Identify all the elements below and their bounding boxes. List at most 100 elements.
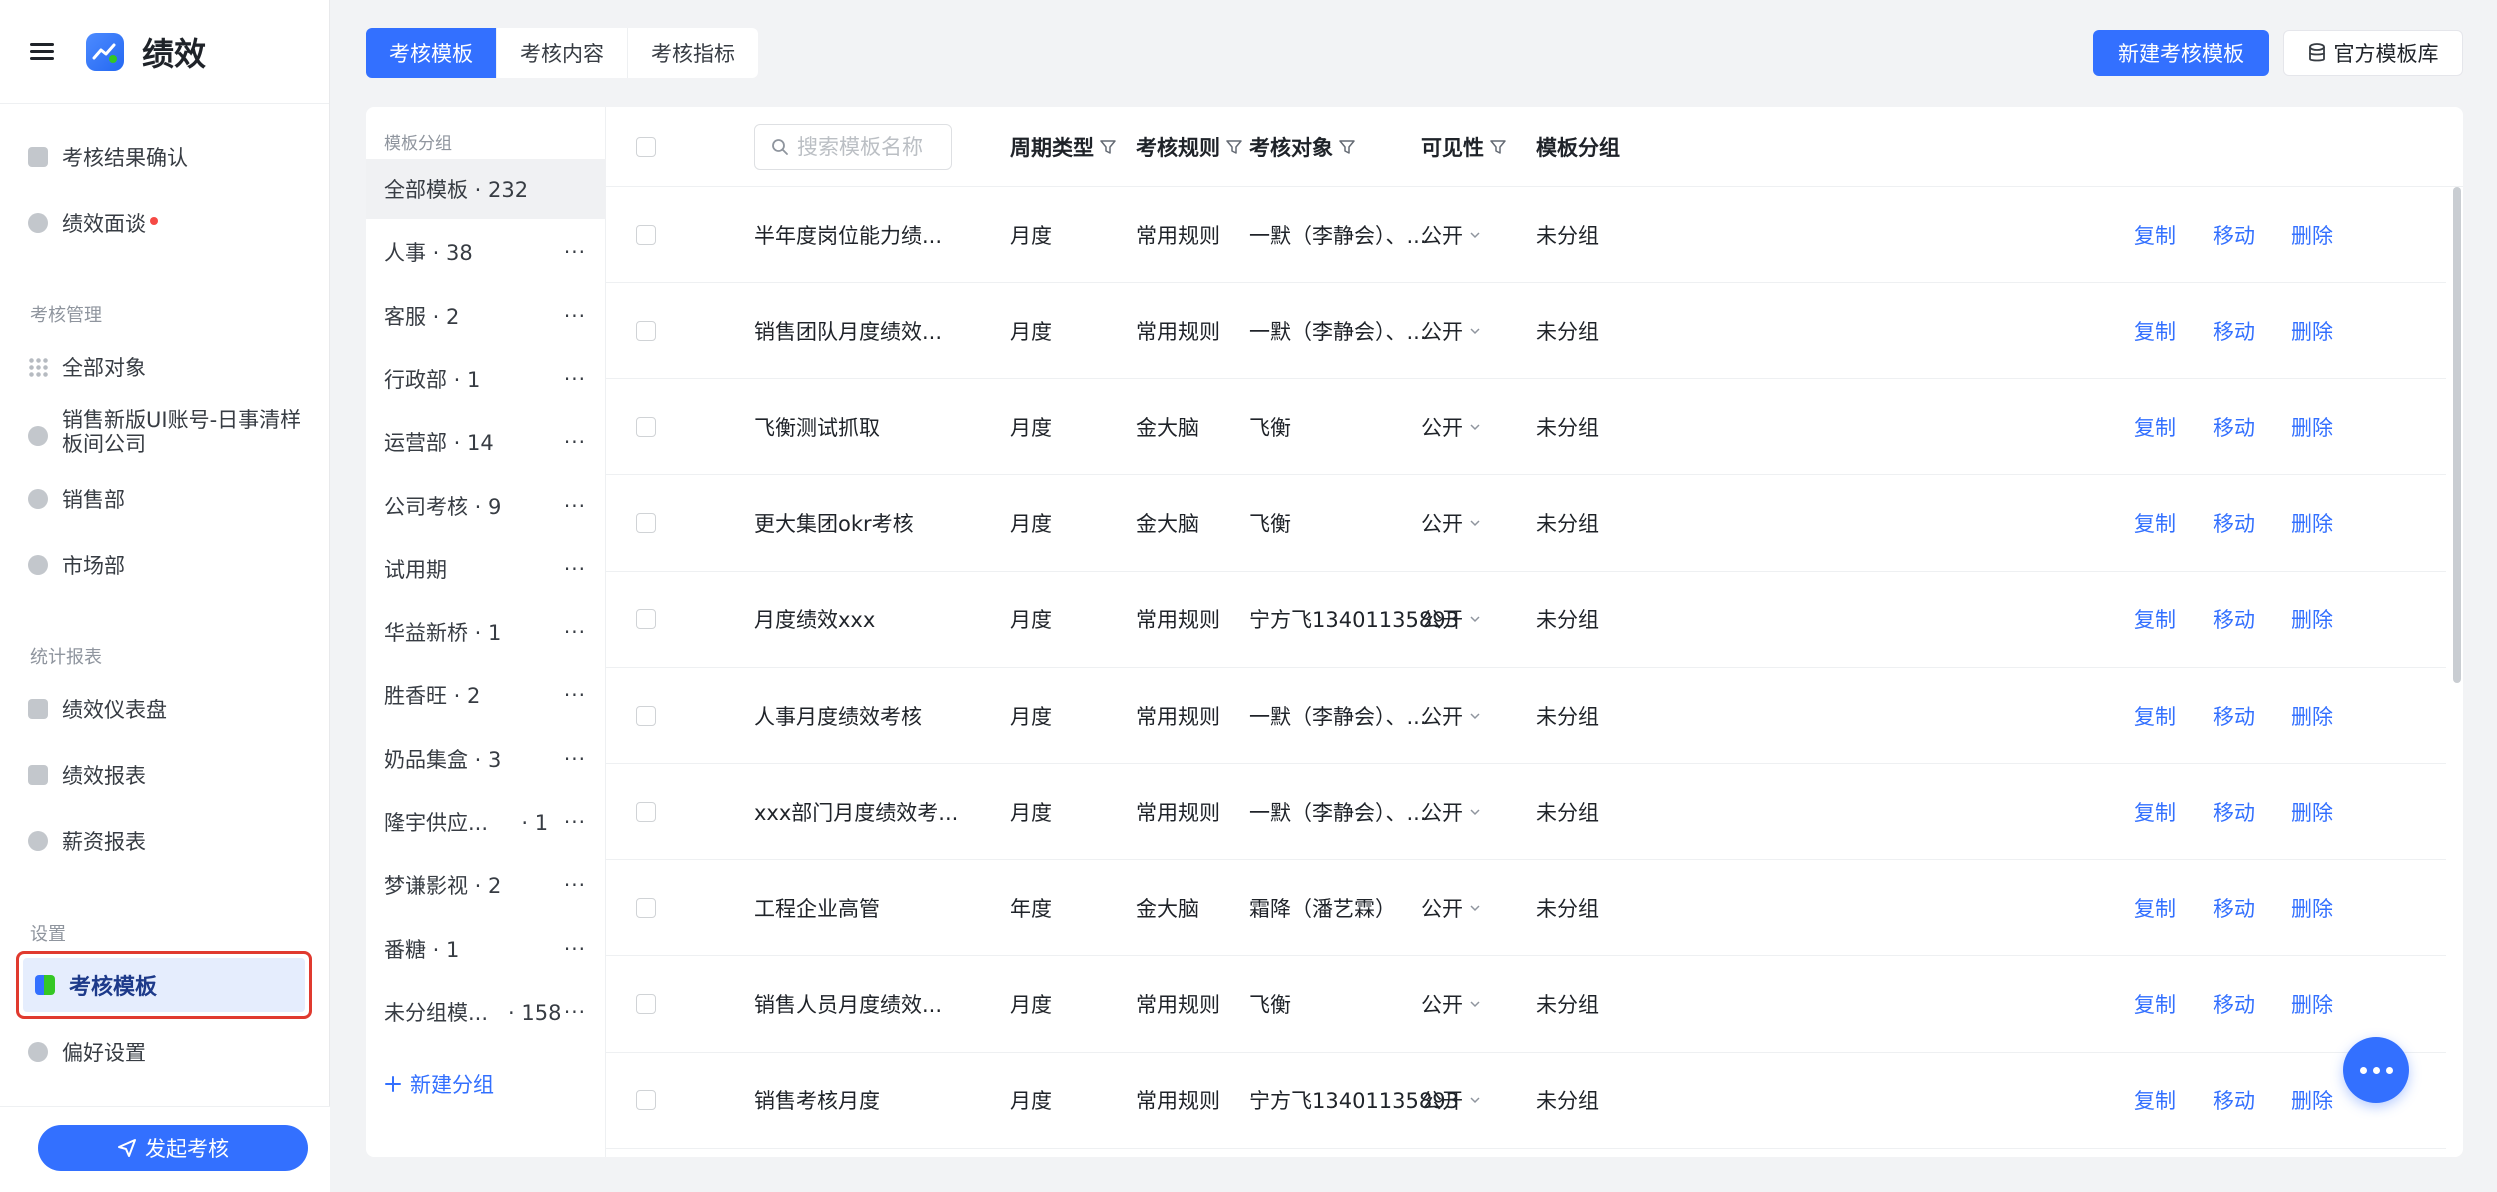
delete-link[interactable]: 删除 bbox=[2291, 860, 2333, 955]
group-item[interactable]: 奶品集盒 · 3 ··· bbox=[366, 729, 606, 789]
visibility-select[interactable]: 公开 bbox=[1421, 1053, 1481, 1148]
move-link[interactable]: 移动 bbox=[2213, 476, 2255, 571]
more-icon[interactable]: ··· bbox=[564, 620, 586, 644]
table-row[interactable]: 销售人员月度绩效... 月度 常用规则 飞衡 公开 未分组 复制 移动 删除 bbox=[606, 957, 2446, 1053]
template-name[interactable]: 半年度岗位能力绩... bbox=[754, 187, 942, 282]
group-item[interactable]: 全部模板 · 232 bbox=[366, 159, 606, 219]
header-target[interactable]: 考核对象 bbox=[1249, 107, 1355, 186]
copy-link[interactable]: 复制 bbox=[2134, 860, 2176, 955]
more-icon[interactable]: ··· bbox=[564, 683, 586, 707]
select-all-checkbox[interactable] bbox=[636, 136, 656, 157]
copy-link[interactable]: 复制 bbox=[2134, 764, 2176, 859]
more-icon[interactable]: ··· bbox=[564, 873, 586, 897]
more-icon[interactable]: ··· bbox=[564, 240, 586, 264]
more-icon[interactable]: ··· bbox=[564, 304, 586, 328]
new-group-button[interactable]: 新建分组 bbox=[384, 1069, 494, 1099]
sidebar-item-interview[interactable]: 绩效面谈 bbox=[28, 203, 158, 243]
more-icon[interactable]: ··· bbox=[564, 557, 586, 581]
template-name[interactable]: 销售考核月度 bbox=[754, 1053, 880, 1148]
more-actions-button[interactable] bbox=[2343, 1037, 2409, 1103]
copy-link[interactable]: 复制 bbox=[2134, 957, 2176, 1052]
sidebar-item-salary-report[interactable]: 薪资报表 bbox=[28, 821, 146, 861]
filter-icon[interactable] bbox=[1100, 139, 1116, 155]
sidebar-item-preferences[interactable]: 偏好设置 bbox=[28, 1032, 146, 1072]
move-link[interactable]: 移动 bbox=[2213, 668, 2255, 763]
more-icon[interactable]: ··· bbox=[564, 494, 586, 518]
more-icon[interactable]: ··· bbox=[564, 747, 586, 771]
move-link[interactable]: 移动 bbox=[2213, 187, 2255, 282]
sidebar-item-sales-company[interactable]: 销售新版UI账号-日事清样板间公司 bbox=[28, 408, 308, 464]
menu-icon[interactable] bbox=[30, 42, 54, 62]
table-row[interactable]: 销售考核月度 月度 常用规则 宁方飞13401135893 公开 未分组 复制 移动 删除 bbox=[606, 1053, 2446, 1149]
tab-content[interactable]: 考核内容 bbox=[497, 28, 628, 78]
delete-link[interactable]: 删除 bbox=[2291, 764, 2333, 859]
group-item[interactable]: 公司考核 · 9 ··· bbox=[366, 476, 606, 536]
delete-link[interactable]: 删除 bbox=[2291, 187, 2333, 282]
move-link[interactable]: 移动 bbox=[2213, 860, 2255, 955]
table-row[interactable]: 飞衡测试抓取 月度 金大脑 飞衡 公开 未分组 复制 移动 删除 bbox=[606, 379, 2446, 476]
group-item[interactable]: 隆宇供应... · 1 ··· bbox=[366, 792, 606, 852]
tab-templates[interactable]: 考核模板 bbox=[366, 28, 497, 78]
group-item[interactable]: 运营部 · 14 ··· bbox=[366, 412, 606, 472]
template-name[interactable]: 销售人员月度绩效... bbox=[754, 957, 942, 1052]
more-icon[interactable]: ··· bbox=[564, 810, 586, 834]
visibility-select[interactable]: 公开 bbox=[1421, 379, 1481, 474]
filter-icon[interactable] bbox=[1490, 139, 1506, 155]
header-rule[interactable]: 考核规则 bbox=[1136, 107, 1242, 186]
visibility-select[interactable]: 公开 bbox=[1421, 764, 1481, 859]
table-scrollbar[interactable] bbox=[2453, 187, 2461, 683]
copy-link[interactable]: 复制 bbox=[2134, 1053, 2176, 1148]
filter-icon[interactable] bbox=[1226, 139, 1242, 155]
sidebar-item-result-confirm[interactable]: 考核结果确认 bbox=[28, 137, 188, 177]
visibility-select[interactable]: 公开 bbox=[1421, 476, 1481, 571]
template-name[interactable]: 飞衡测试抓取 bbox=[754, 379, 880, 474]
visibility-select[interactable]: 公开 bbox=[1421, 572, 1481, 667]
row-checkbox[interactable] bbox=[636, 801, 656, 822]
row-checkbox[interactable] bbox=[636, 320, 656, 341]
delete-link[interactable]: 删除 bbox=[2291, 283, 2333, 378]
visibility-select[interactable]: 公开 bbox=[1421, 860, 1481, 955]
move-link[interactable]: 移动 bbox=[2213, 957, 2255, 1052]
group-item[interactable]: 客服 · 2 ··· bbox=[366, 286, 606, 346]
row-checkbox[interactable] bbox=[636, 705, 656, 726]
move-link[interactable]: 移动 bbox=[2213, 572, 2255, 667]
official-library-button[interactable]: 官方模板库 bbox=[2283, 30, 2463, 76]
sidebar-item-sales-dept[interactable]: 销售部 bbox=[28, 479, 125, 519]
group-item[interactable]: 未分组模... · 158 ··· bbox=[366, 982, 606, 1042]
row-checkbox[interactable] bbox=[636, 609, 656, 630]
visibility-select[interactable]: 公开 bbox=[1421, 668, 1481, 763]
row-checkbox[interactable] bbox=[636, 513, 656, 534]
template-name[interactable]: 销售团队月度绩效... bbox=[754, 283, 942, 378]
template-name[interactable]: 工程企业高管 bbox=[754, 860, 880, 955]
copy-link[interactable]: 复制 bbox=[2134, 187, 2176, 282]
template-name[interactable]: 人事月度绩效考核 bbox=[754, 668, 922, 763]
visibility-select[interactable]: 公开 bbox=[1421, 957, 1481, 1052]
move-link[interactable]: 移动 bbox=[2213, 764, 2255, 859]
copy-link[interactable]: 复制 bbox=[2134, 668, 2176, 763]
group-item[interactable]: 梦谦影视 · 2 ··· bbox=[366, 855, 606, 915]
more-icon[interactable]: ··· bbox=[564, 367, 586, 391]
table-row[interactable]: 月度绩效xxx 月度 常用规则 宁方飞13401135893 公开 未分组 复制 移动 删除 bbox=[606, 572, 2446, 668]
copy-link[interactable]: 复制 bbox=[2134, 572, 2176, 667]
table-row[interactable]: 半年度岗位能力绩... 月度 常用规则 一默（李静会）、... 公开 未分组 复制 移动 删除 bbox=[606, 187, 2446, 283]
copy-link[interactable]: 复制 bbox=[2134, 283, 2176, 378]
group-item[interactable]: 试用期 ··· bbox=[366, 539, 606, 599]
more-icon[interactable]: ··· bbox=[564, 1000, 586, 1024]
sidebar-item-market-dept[interactable]: 市场部 bbox=[28, 545, 125, 585]
template-name[interactable]: xxx部门月度绩效考... bbox=[754, 764, 958, 859]
filter-icon[interactable] bbox=[1339, 139, 1355, 155]
move-link[interactable]: 移动 bbox=[2213, 379, 2255, 474]
move-link[interactable]: 移动 bbox=[2213, 283, 2255, 378]
search-box[interactable] bbox=[754, 124, 952, 170]
delete-link[interactable]: 删除 bbox=[2291, 668, 2333, 763]
copy-link[interactable]: 复制 bbox=[2134, 379, 2176, 474]
more-icon[interactable]: ··· bbox=[564, 937, 586, 961]
table-row[interactable]: xxx部门月度绩效考... 月度 常用规则 一默（李静会）、... 公开 未分组 复制 移动删… bbox=[606, 764, 2446, 861]
group-item[interactable]: 华益新桥 · 1 ··· bbox=[366, 602, 606, 662]
move-link[interactable]: 移动 bbox=[2213, 1053, 2255, 1148]
table-row[interactable]: 工程企业高管 年度 金大脑 霜降（潘艺霖） 公开 未分组 复制 移动 删除 bbox=[606, 860, 2446, 957]
copy-link[interactable]: 复制 bbox=[2134, 476, 2176, 571]
group-item[interactable]: 胜香旺 · 2 ··· bbox=[366, 665, 606, 725]
sidebar-item-dashboard[interactable]: 绩效仪表盘 bbox=[28, 689, 167, 729]
visibility-select[interactable]: 公开 bbox=[1421, 283, 1481, 378]
